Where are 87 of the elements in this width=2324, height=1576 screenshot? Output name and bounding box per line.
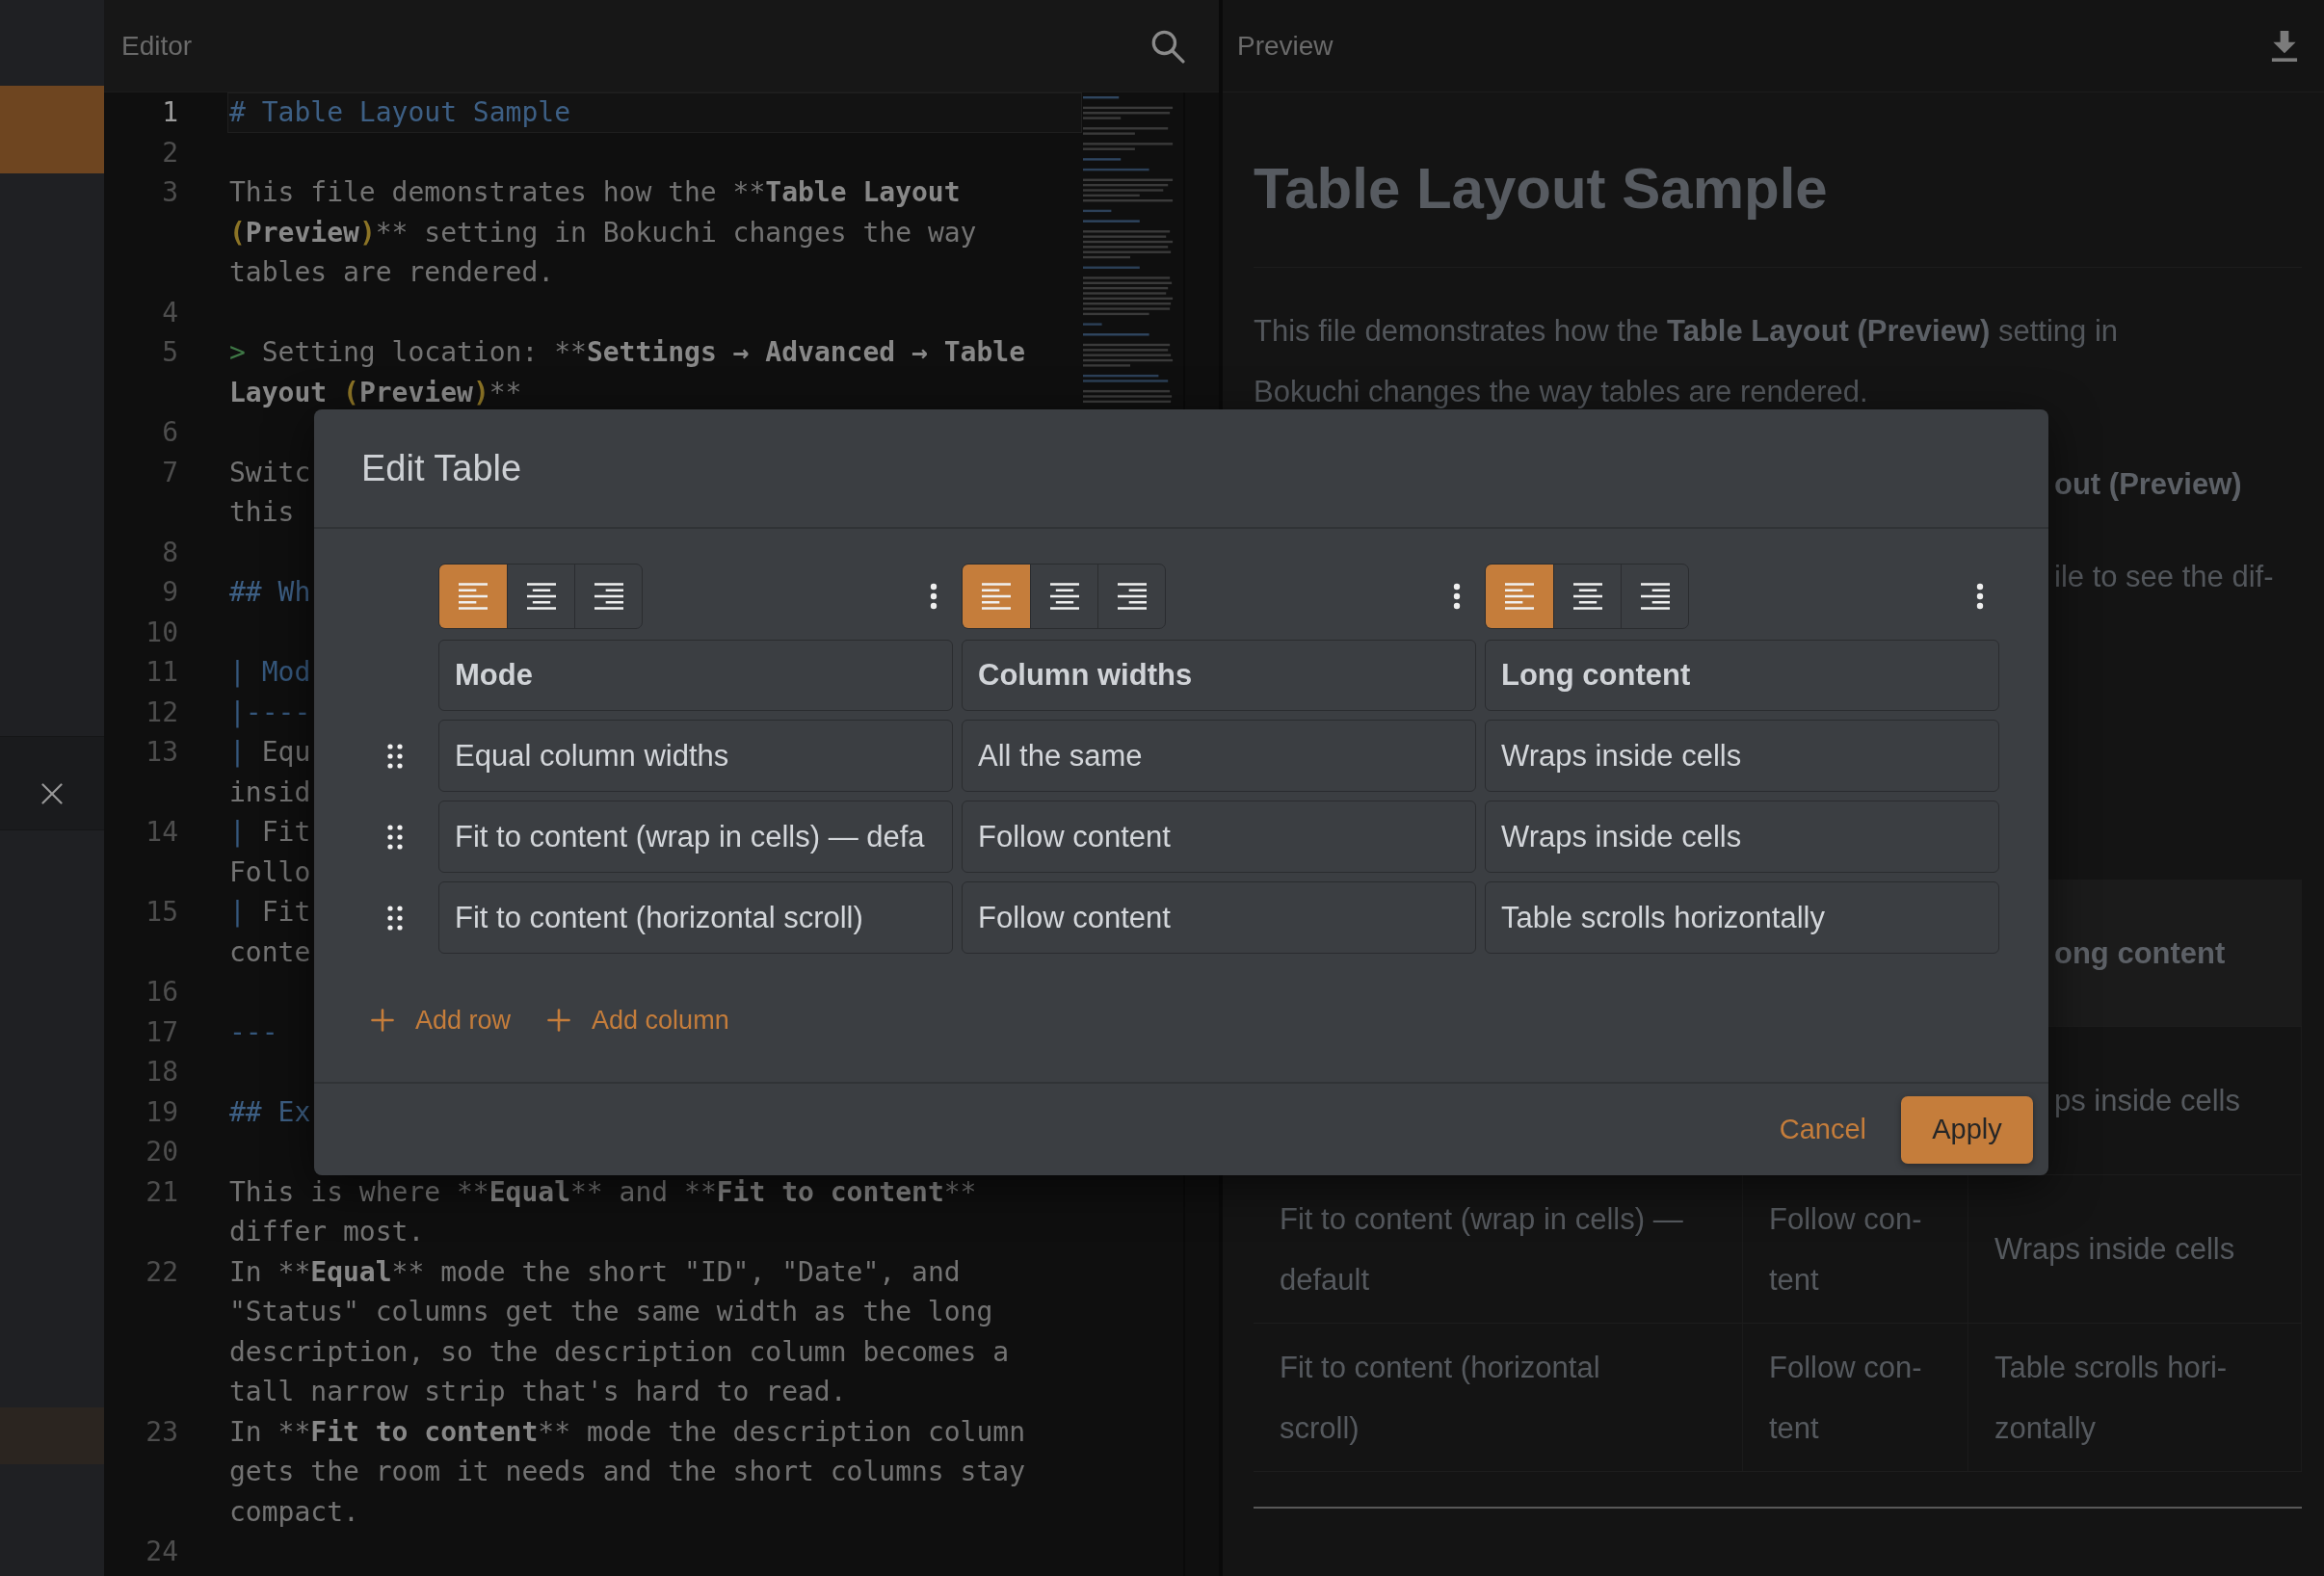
line-number: 7 bbox=[162, 456, 178, 488]
table-text: Follow con- tent bbox=[1769, 1349, 1922, 1447]
align-left-icon bbox=[1503, 581, 1536, 611]
table-text: Fit to content (wrap in cells) — default bbox=[1280, 1200, 1683, 1299]
line-number: 5 bbox=[162, 336, 178, 368]
more-icon[interactable] bbox=[1976, 582, 1984, 610]
line-number: 20 bbox=[145, 1136, 178, 1168]
drag-handle-icon[interactable] bbox=[387, 905, 403, 931]
line-number: 17 bbox=[145, 1015, 178, 1048]
table-text: ps inside cells bbox=[2054, 1083, 2240, 1119]
line-number: 2 bbox=[162, 136, 178, 169]
line-number: 24 bbox=[145, 1536, 178, 1567]
line-number: 3 bbox=[162, 176, 178, 208]
cell-field[interactable]: Wraps inside cells bbox=[1485, 720, 1999, 792]
line-number: 15 bbox=[145, 896, 178, 928]
column-header-field[interactable]: Mode bbox=[438, 640, 953, 711]
line-number: 1 bbox=[162, 96, 178, 128]
drag-handle-icon[interactable] bbox=[387, 743, 403, 769]
cell-field[interactable]: Fit to content (wrap in cells) — defa bbox=[438, 801, 953, 873]
table-text: Follow con- tent bbox=[1769, 1200, 1922, 1299]
line-number: 8 bbox=[162, 536, 178, 568]
preview-heading: Table Layout Sample bbox=[1254, 155, 1828, 223]
code-line: This is where **Equal** and **Fit to content** differ most. bbox=[229, 1175, 978, 1248]
code-line: This file demonstrates how the **Table Layout (Preview)** setting in Bokuchi changes the way tables are rendered. bbox=[229, 176, 978, 288]
code-line: Switc this bbox=[229, 456, 311, 528]
line-number: 18 bbox=[145, 1056, 178, 1088]
line-number: 23 bbox=[145, 1415, 178, 1448]
align-center-icon bbox=[1571, 581, 1604, 611]
code-line: |---- bbox=[229, 696, 311, 728]
line-number: 16 bbox=[145, 976, 178, 1008]
code-line: | Fit conte bbox=[229, 896, 311, 968]
line-number: 11 bbox=[145, 656, 178, 688]
cell-field[interactable]: All the same bbox=[962, 720, 1476, 792]
search-icon[interactable] bbox=[1150, 28, 1185, 64]
align-right-icon bbox=[1638, 581, 1672, 611]
code-line: In **Fit to content** mode the description column gets the room it needs and the short columns stay compact. bbox=[229, 1415, 1027, 1528]
line-number: 6 bbox=[162, 416, 178, 448]
more-icon[interactable] bbox=[930, 582, 938, 610]
code-line: ## Ex bbox=[229, 1095, 311, 1128]
code-line: # Table Layout Sample bbox=[229, 96, 570, 128]
align-left-icon bbox=[457, 581, 489, 611]
cell-field[interactable]: Table scrolls horizontally bbox=[1485, 881, 1999, 954]
pane-title: Preview bbox=[1237, 30, 1334, 62]
line-number: 19 bbox=[145, 1095, 178, 1128]
dialog-title: Edit Table bbox=[361, 447, 522, 489]
preview-paragraph: This file demonstrates how the Table Layout (Preview) setting in Bokuchi changes the way tables are rendered. bbox=[1254, 313, 2120, 410]
align-center-icon bbox=[524, 581, 558, 611]
line-number: 21 bbox=[145, 1175, 178, 1208]
drag-handle-icon[interactable] bbox=[387, 824, 403, 850]
line-number: 10 bbox=[145, 616, 178, 648]
table-text: Fit to content (horizontal scroll) bbox=[1280, 1349, 1600, 1447]
preview-text: out (Preview) bbox=[2054, 467, 2242, 501]
code-line: ## Wh bbox=[229, 576, 311, 608]
pane-title: Editor bbox=[121, 30, 193, 62]
code-line: | Fit Follo bbox=[229, 816, 311, 888]
align-right-icon bbox=[592, 581, 625, 611]
line-number: 13 bbox=[145, 736, 178, 768]
line-number: 4 bbox=[162, 296, 178, 328]
apply-button[interactable]: Apply bbox=[1901, 1095, 2033, 1164]
preview-text: ile to see the dif- bbox=[2054, 560, 2274, 593]
cell-field[interactable]: Equal column widths bbox=[438, 720, 953, 792]
table-text: Wraps inside cells bbox=[1994, 1231, 2235, 1268]
code-line: | Equ insid bbox=[229, 736, 311, 808]
table-text: Table scrolls hori- zontally bbox=[1994, 1349, 2228, 1447]
cell-field[interactable]: Wraps inside cells bbox=[1485, 801, 1999, 873]
plus-icon bbox=[547, 1009, 571, 1032]
code-line: --- bbox=[229, 1015, 278, 1048]
cell-field[interactable]: Fit to content (horizontal scroll) bbox=[438, 881, 953, 954]
plus-icon bbox=[371, 1009, 394, 1032]
code-line: In **Equal** mode the short "ID", "Date", and "Status" columns get the same width as the long description, so the description column becomes a tall narrow strip that's hard to read. bbox=[229, 1255, 1011, 1407]
close-icon[interactable] bbox=[41, 783, 63, 804]
line-number: 9 bbox=[162, 576, 178, 608]
code-line: > Setting location: **Settings → Advanced → Table Layout (Preview)** bbox=[229, 336, 1027, 408]
column-heading: ong content bbox=[2054, 934, 2226, 972]
column-header-field[interactable]: Long content bbox=[1485, 640, 1999, 711]
align-center-icon bbox=[1047, 581, 1081, 611]
more-icon[interactable] bbox=[1453, 582, 1461, 610]
cell-field[interactable]: Follow content bbox=[962, 881, 1476, 954]
align-left-icon bbox=[980, 581, 1013, 611]
align-right-icon bbox=[1115, 581, 1149, 611]
column-header-field[interactable]: Column widths bbox=[962, 640, 1476, 711]
line-number: 12 bbox=[145, 696, 178, 728]
download-icon[interactable] bbox=[2270, 30, 2299, 62]
cell-field[interactable]: Follow content bbox=[962, 801, 1476, 873]
line-number: 22 bbox=[145, 1255, 178, 1288]
line-number: 14 bbox=[145, 816, 178, 848]
code-line: | Mod bbox=[229, 656, 311, 688]
